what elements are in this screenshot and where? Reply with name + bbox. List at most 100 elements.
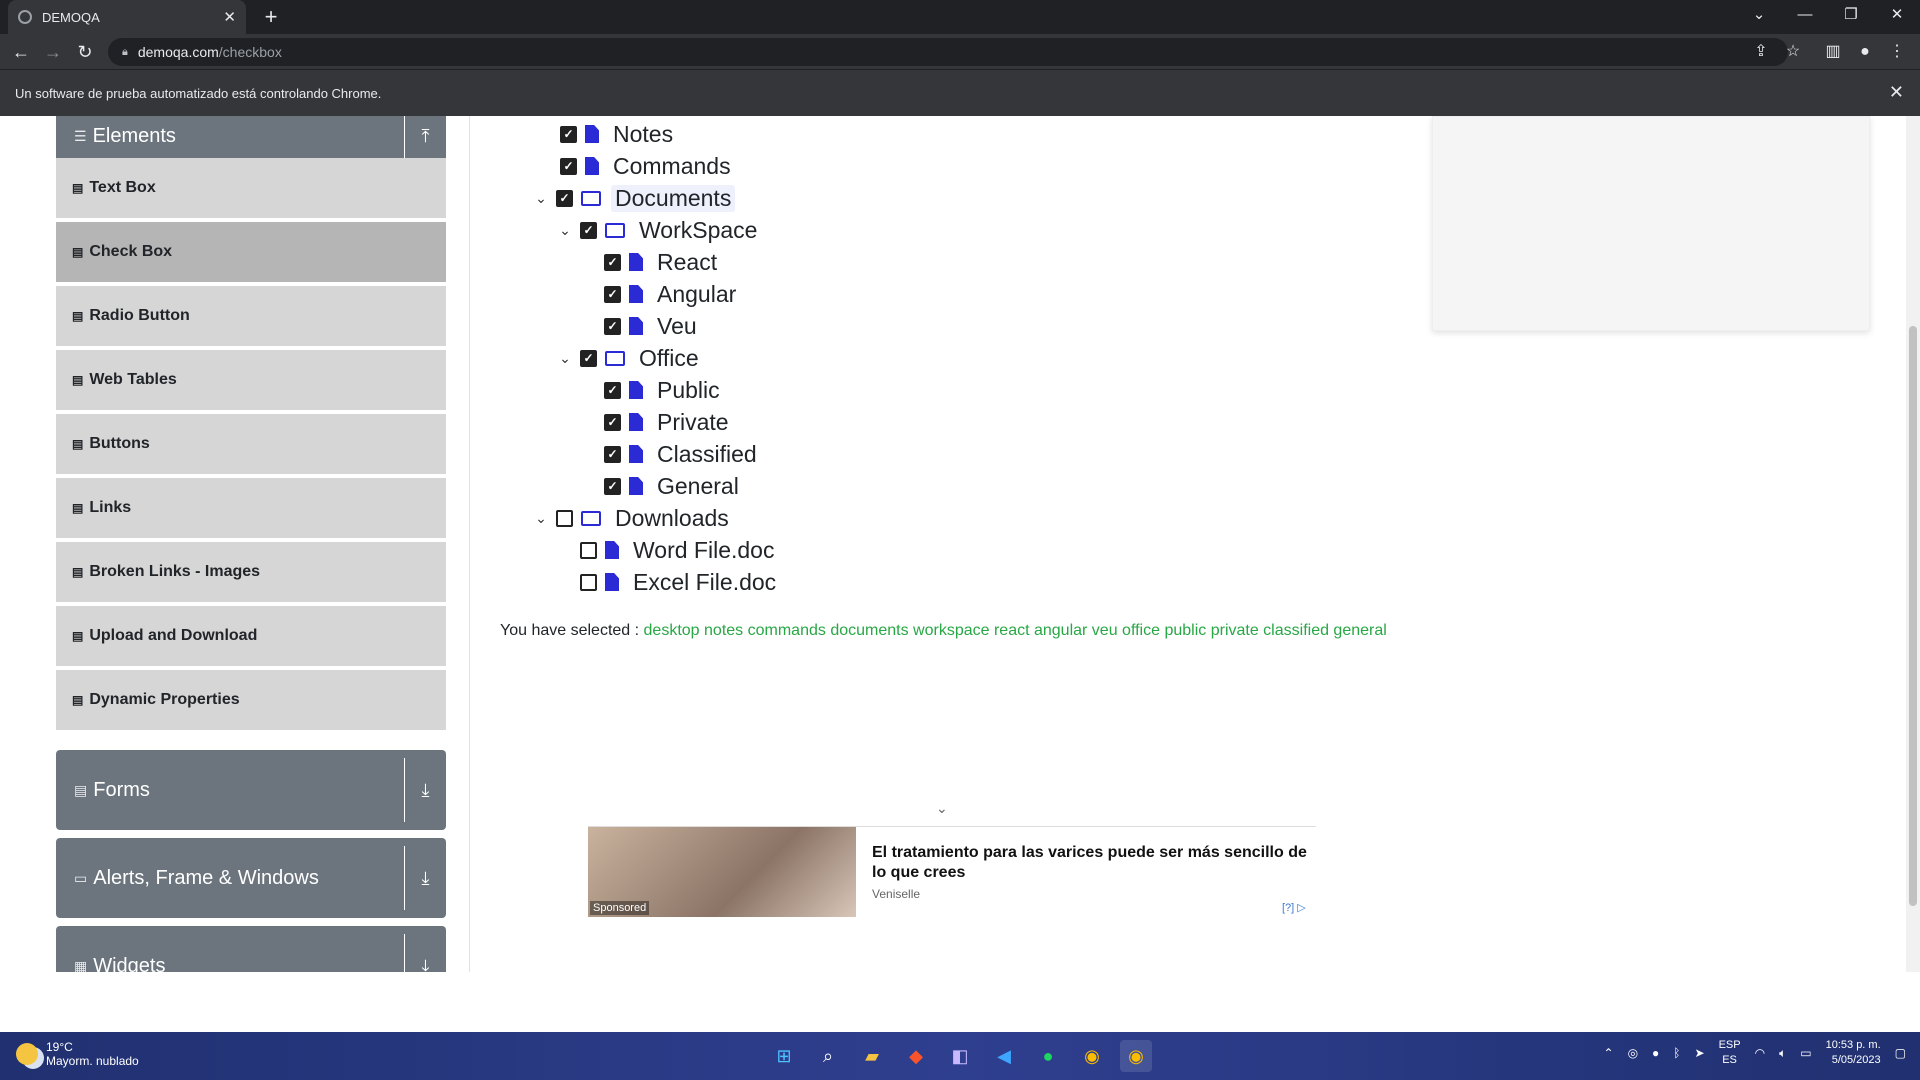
checkbox[interactable]: ✓: [604, 317, 621, 335]
close-tab-icon[interactable]: ✕: [223, 8, 236, 26]
tray-app-icon[interactable]: ●: [1652, 1046, 1659, 1060]
location-icon[interactable]: ➤: [1695, 1046, 1705, 1060]
node-label[interactable]: Excel File.doc: [629, 569, 780, 596]
chevron-down-icon[interactable]: ⌄: [554, 222, 576, 239]
share-icon[interactable]: ⇪: [1748, 39, 1774, 65]
profile-icon[interactable]: ●: [1852, 39, 1878, 65]
browser-tab[interactable]: DEMOQA ✕: [8, 0, 246, 34]
ad-collapse-icon[interactable]: ⌄: [936, 800, 948, 817]
expand-download-icon[interactable]: ⤓: [404, 846, 446, 910]
file-icon: [629, 285, 643, 303]
node-label[interactable]: Word File.doc: [629, 537, 778, 564]
bluetooth-icon[interactable]: ᛒ: [1673, 1046, 1680, 1060]
node-label[interactable]: Office: [635, 345, 703, 372]
checkbox[interactable]: ✓: [556, 189, 573, 207]
checkbox[interactable]: ✓: [604, 477, 621, 495]
weather-widget[interactable]: 19°C Mayorm. nublado: [16, 1040, 139, 1068]
brave-icon[interactable]: ◆: [900, 1040, 932, 1072]
menu-item-broken-links[interactable]: ▤ Broken Links - Images: [56, 542, 446, 604]
group-alerts[interactable]: ▭ Alerts, Frame & Windows ⤓: [56, 838, 446, 918]
notifications-icon[interactable]: ▢: [1895, 1046, 1906, 1060]
menu-item-check-box[interactable]: ▤ Check Box: [56, 222, 446, 284]
sponsored-ad[interactable]: Sponsored El tratamiento para las varice…: [588, 826, 1316, 917]
node-label[interactable]: Classified: [653, 441, 761, 468]
chrome-icon[interactable]: ◉: [1076, 1040, 1108, 1072]
checkbox[interactable]: [580, 541, 597, 559]
tray-app-icon[interactable]: ◎: [1628, 1046, 1638, 1060]
menu-item-links[interactable]: ▤ Links: [56, 478, 446, 540]
favicon-icon: [18, 10, 32, 24]
infobar-close-icon[interactable]: ✕: [1889, 82, 1904, 103]
wifi-icon[interactable]: ◠: [1755, 1046, 1765, 1060]
checkbox[interactable]: ✓: [560, 157, 577, 175]
scrollbar-thumb[interactable]: [1909, 326, 1917, 906]
node-label[interactable]: Angular: [653, 281, 740, 308]
chevron-down-icon[interactable]: ⌄: [530, 510, 552, 527]
checkbox[interactable]: ✓: [560, 125, 577, 143]
menu-item-dynamic-properties[interactable]: ▤ Dynamic Properties: [56, 670, 446, 732]
back-icon[interactable]: ←: [8, 39, 34, 65]
node-label[interactable]: Public: [653, 377, 724, 404]
node-label[interactable]: Notes: [609, 121, 677, 148]
checkbox[interactable]: ✓: [580, 221, 597, 239]
checkbox[interactable]: [580, 573, 597, 591]
menu-kebab-icon[interactable]: ⋮: [1884, 39, 1910, 65]
chevron-down-icon[interactable]: ⌄: [554, 350, 576, 367]
side-panel-icon[interactable]: ▥: [1820, 39, 1846, 65]
file-icon: [605, 541, 619, 559]
language-indicator[interactable]: ESP ES: [1719, 1038, 1741, 1068]
node-label[interactable]: General: [653, 473, 743, 500]
checkbox[interactable]: [556, 509, 573, 527]
node-label[interactable]: Private: [653, 409, 733, 436]
battery-icon[interactable]: ▭: [1800, 1046, 1811, 1060]
collapse-icon[interactable]: ⤒: [404, 116, 446, 164]
new-tab-button[interactable]: +: [258, 4, 284, 30]
volume-icon[interactable]: 🔈︎: [1779, 1046, 1786, 1061]
group-label: Elements: [92, 124, 176, 147]
spotify-icon[interactable]: ●: [1032, 1040, 1064, 1072]
reload-icon[interactable]: ↻: [72, 39, 98, 65]
close-window-button[interactable]: ✕: [1874, 0, 1920, 30]
ad-info-icon[interactable]: [?] ▷: [1282, 901, 1306, 914]
start-icon[interactable]: ⊞: [768, 1040, 800, 1072]
node-label[interactable]: WorkSpace: [635, 217, 761, 244]
tab-title: DEMOQA: [42, 9, 100, 25]
clock[interactable]: 10:53 p. m. 5/05/2023: [1826, 1038, 1881, 1068]
menu-item-text-box[interactable]: ▤ Text Box: [56, 158, 446, 220]
tree-node-angular: ✓ Angular: [600, 278, 740, 310]
chevron-up-icon[interactable]: ⌃: [1604, 1046, 1614, 1060]
menu-item-buttons[interactable]: ▤ Buttons: [56, 414, 446, 476]
checkbox[interactable]: ✓: [604, 253, 621, 271]
node-label[interactable]: Commands: [609, 153, 735, 180]
forward-icon[interactable]: →: [40, 39, 66, 65]
menu-item-web-tables[interactable]: ▤ Web Tables: [56, 350, 446, 412]
tab-search-icon[interactable]: ⌄: [1736, 0, 1782, 30]
checkbox[interactable]: ✓: [604, 381, 621, 399]
node-label[interactable]: Veu: [653, 313, 701, 340]
chevron-down-icon[interactable]: ⌄: [530, 190, 552, 207]
checkbox[interactable]: ✓: [604, 445, 621, 463]
node-label[interactable]: Downloads: [611, 505, 733, 532]
node-label[interactable]: Documents: [611, 184, 736, 212]
vscode-icon[interactable]: ◀: [988, 1040, 1020, 1072]
chrome-active-icon[interactable]: ◉: [1120, 1040, 1152, 1072]
menu-item-radio-button[interactable]: ▤ Radio Button: [56, 286, 446, 348]
expand-download-icon[interactable]: ⤓: [404, 758, 446, 822]
checkbox[interactable]: ✓: [580, 349, 597, 367]
menu-item-upload-download[interactable]: ▤ Upload and Download: [56, 606, 446, 668]
group-widgets[interactable]: ▦ Widgets ⤓: [56, 926, 446, 972]
checkbox[interactable]: ✓: [604, 413, 621, 431]
restore-button[interactable]: ❐: [1828, 0, 1874, 30]
file-explorer-icon[interactable]: ▰: [856, 1040, 888, 1072]
minimize-button[interactable]: —: [1782, 0, 1828, 30]
expand-download-icon[interactable]: ⤓: [404, 934, 446, 972]
bookmark-star-icon[interactable]: ☆: [1780, 39, 1806, 65]
ad-title[interactable]: El tratamiento para las varices puede se…: [872, 843, 1312, 883]
checkbox[interactable]: ✓: [604, 285, 621, 303]
address-bar[interactable]: 🔒︎ demoqa.com/checkbox: [108, 38, 1788, 66]
node-label[interactable]: React: [653, 249, 721, 276]
group-forms[interactable]: ▤ Forms ⤓: [56, 750, 446, 830]
page-scrollbar[interactable]: [1906, 116, 1920, 972]
app-icon[interactable]: ◧: [944, 1040, 976, 1072]
search-icon[interactable]: ⌕: [812, 1040, 844, 1072]
